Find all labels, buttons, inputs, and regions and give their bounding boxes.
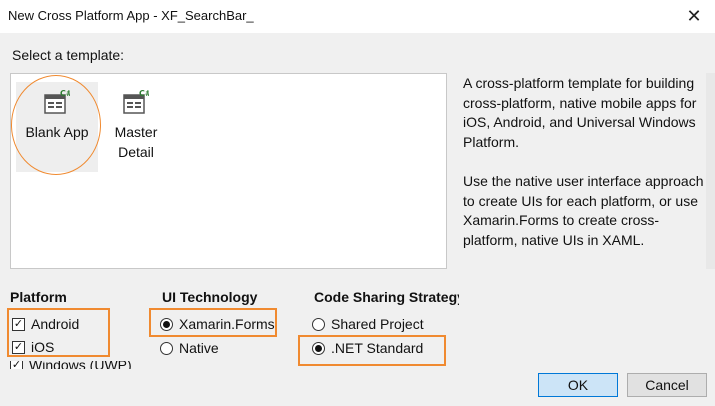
cancel-button[interactable]: Cancel: [627, 373, 707, 397]
radio-button: [160, 317, 173, 331]
option-label: Xamarin.Forms: [179, 316, 275, 332]
description-paragraph: A cross-platform template for building c…: [463, 75, 697, 150]
title-bar: New Cross Platform App - XF_SearchBar_ ✕: [0, 0, 715, 33]
window-title: New Cross Platform App - XF_SearchBar_: [8, 8, 254, 23]
code-sharing-title-clip: Code Sharing Strategy: [314, 285, 459, 309]
option-label: Native: [179, 340, 219, 356]
ui-tech-xamarin-forms-radio[interactable]: Xamarin.Forms: [160, 316, 275, 332]
platform-title: Platform: [10, 289, 67, 305]
radio-button: [312, 317, 325, 331]
csharp-form-icon: C#: [123, 90, 149, 114]
code-sharing-net-standard-radio[interactable]: .NET Standard: [312, 340, 423, 356]
checkbox-box: ✓: [12, 340, 25, 354]
code-sharing-title: Code Sharing Strategy: [314, 289, 459, 305]
code-sharing-shared-project-radio[interactable]: Shared Project: [312, 316, 424, 332]
ui-technology-title: UI Technology: [162, 289, 258, 305]
template-blank-app[interactable]: C# Blank App: [16, 82, 98, 172]
ok-button[interactable]: OK: [538, 373, 618, 397]
template-label: Master: [114, 124, 158, 140]
option-label: .NET Standard: [331, 340, 424, 356]
template-description: A cross-platform template for building c…: [454, 73, 706, 269]
option-label: Windows (UWP): [29, 361, 132, 369]
description-scrollbar[interactable]: [706, 73, 715, 269]
option-label: Android: [31, 316, 80, 332]
checkbox-box: ✓: [10, 361, 23, 369]
option-label: iOS: [31, 339, 55, 355]
platform-uwp-checkbox[interactable]: ✓ Windows (UWP): [10, 361, 132, 369]
option-label: Shared Project: [331, 316, 424, 332]
platform-uwp-clipped: ✓ Windows (UWP): [10, 361, 140, 369]
svg-text:C#: C#: [139, 90, 149, 98]
platform-android-checkbox[interactable]: ✓ Android: [12, 316, 79, 332]
csharp-form-icon: C#: [44, 90, 70, 114]
svg-text:C#: C#: [60, 90, 70, 98]
radio-button: [312, 341, 325, 355]
new-cross-platform-app-dialog: New Cross Platform App - XF_SearchBar_ ✕…: [0, 0, 715, 406]
template-label: Blank App: [25, 124, 89, 140]
select-template-label: Select a template:: [12, 47, 125, 63]
close-button[interactable]: ✕: [673, 0, 715, 33]
close-icon: ✕: [686, 6, 702, 26]
description-paragraph: Use the native user interface approach t…: [463, 172, 704, 248]
checkbox-box: ✓: [12, 317, 25, 331]
template-list: C# Blank App C# Master Detail: [10, 73, 447, 269]
template-master-detail[interactable]: C# Master Detail: [95, 82, 177, 172]
radio-button: [160, 341, 173, 355]
template-label-line2: Detail: [118, 144, 154, 160]
ui-tech-native-radio[interactable]: Native: [160, 340, 219, 356]
platform-ios-checkbox[interactable]: ✓ iOS: [12, 339, 54, 355]
